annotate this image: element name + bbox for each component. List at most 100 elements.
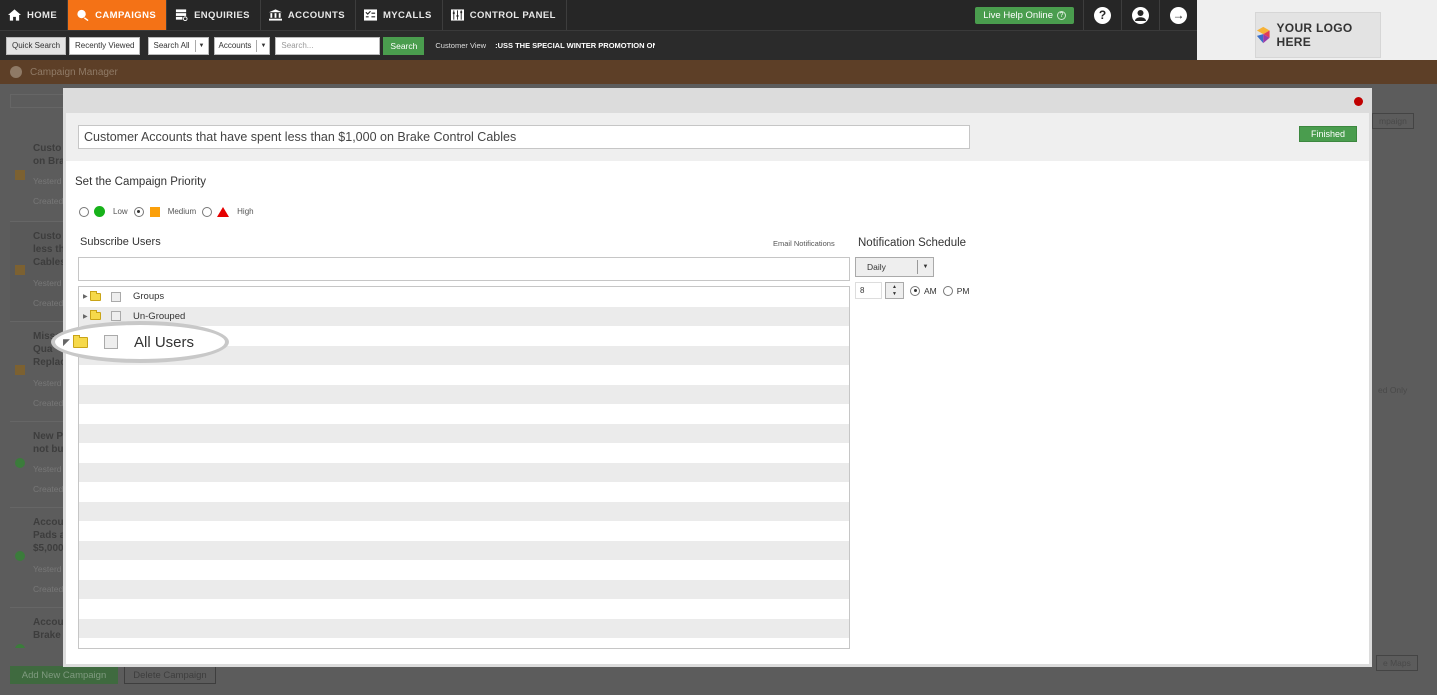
nav-control-panel[interactable]: CONTROL PANEL (443, 0, 567, 30)
campaign-created: Created (33, 484, 64, 494)
notification-schedule-title: Notification Schedule (858, 237, 967, 249)
all-users-callout[interactable]: ◤ All Users (51, 321, 229, 363)
nav-right: Live Help Online ? ? → (975, 0, 1197, 30)
customer-view-link[interactable]: Customer View (435, 41, 486, 50)
chevron-down-icon: ▼ (917, 260, 933, 274)
tree-row-empty (79, 384, 849, 404)
help-button[interactable]: ? (1083, 0, 1121, 30)
expand-icon[interactable]: ◤ (63, 337, 70, 348)
tree-row-empty (79, 579, 849, 599)
top-nav: HOME CAMPAIGNS ENQUIRIES ACCOUNTS MYCALL… (0, 0, 1197, 30)
nav-campaigns[interactable]: CAMPAIGNS (68, 0, 168, 30)
priority-marker (15, 644, 25, 648)
user-button[interactable] (1121, 0, 1159, 30)
search-input[interactable]: Search... (275, 36, 381, 55)
priority-marker (15, 170, 25, 180)
nav-accounts-label: ACCOUNTS (287, 9, 345, 21)
home-icon (8, 9, 21, 21)
search-type-value: Accounts (218, 41, 252, 50)
all-users-checkbox[interactable] (104, 335, 118, 349)
live-help-label: Live Help Online (983, 9, 1053, 21)
frequency-select[interactable]: Daily ▼ (855, 257, 934, 277)
pm-radio[interactable] (942, 285, 953, 296)
search-button[interactable]: Search (383, 36, 425, 55)
logout-button[interactable]: → (1159, 0, 1197, 30)
am-option[interactable]: AM (910, 285, 937, 296)
priority-options: Low Medium High (79, 206, 260, 217)
nav-home-label: HOME (27, 9, 58, 21)
spin-down-icon[interactable]: ▼ (892, 291, 897, 298)
tree-row-empty (79, 560, 849, 580)
filter-label: ed Only (1378, 385, 1408, 395)
nav-accounts[interactable]: ACCOUNTS (261, 0, 356, 30)
search-bar: Quick Search Recently Viewed Search All … (0, 30, 1197, 60)
close-icon[interactable] (1354, 97, 1363, 106)
priority-marker (15, 265, 25, 275)
grid-icon (450, 9, 464, 21)
low-priority-icon (94, 206, 105, 217)
ungrouped-checkbox[interactable] (111, 311, 121, 322)
priority-marker (15, 365, 25, 375)
tree-row-groups[interactable]: ▶ Groups (79, 287, 849, 307)
logo-icon (1256, 26, 1270, 44)
search-scope-select[interactable]: Search All ▼ (148, 36, 209, 55)
campaign-manager-header: Campaign Manager (0, 60, 1437, 84)
tree-row-empty (79, 423, 849, 443)
campaign-icon (10, 66, 22, 78)
search-scope-value: Search All (153, 41, 190, 50)
add-campaign-button[interactable]: Add New Campaign (10, 666, 118, 684)
spin-up-icon[interactable]: ▲ (892, 284, 897, 291)
hour-row: 8 ▲ ▼ AM PM (855, 282, 970, 299)
pm-label: PM (956, 285, 970, 296)
pm-option[interactable]: PM (942, 285, 970, 296)
nav-mycalls[interactable]: MYCALLS (356, 0, 443, 30)
maps-button[interactable]: e Maps (1376, 655, 1418, 671)
hour-spinner[interactable]: ▲ ▼ (885, 282, 904, 299)
medium-priority-icon (149, 206, 160, 217)
tree-row-empty (79, 482, 849, 502)
live-help-button[interactable]: Live Help Online ? (975, 6, 1074, 24)
campaign-icon (77, 9, 89, 21)
logo: YOUR LOGO HERE (1255, 12, 1381, 58)
groups-checkbox[interactable] (111, 291, 121, 302)
recently-viewed-button[interactable]: Recently Viewed (69, 36, 141, 55)
search-type-select[interactable]: Accounts ▼ (213, 36, 271, 55)
am-radio[interactable] (910, 285, 920, 296)
tree-row-empty (79, 521, 849, 541)
priority-medium-radio[interactable] (133, 206, 144, 217)
campaign-date: Yesterd (33, 564, 62, 574)
help-small-icon: ? (1057, 10, 1066, 20)
finished-button[interactable]: Finished (1299, 126, 1357, 142)
nav-enquiries[interactable]: ENQUIRIES (167, 0, 261, 30)
quick-search-button[interactable]: Quick Search (6, 36, 67, 55)
campaign-created: Created (33, 196, 64, 206)
tree-row-ungrouped[interactable]: ▶ Un-Grouped (79, 306, 849, 326)
delete-campaign-button[interactable]: Delete Campaign (124, 666, 216, 684)
modal-header: Customer Accounts that have spent less t… (66, 113, 1369, 161)
priority-marker (15, 458, 25, 468)
nav-home[interactable]: HOME (0, 0, 69, 30)
campaign-name-input[interactable]: Customer Accounts that have spent less t… (78, 125, 970, 149)
folder-icon (90, 310, 101, 321)
priority-marker (15, 551, 25, 561)
subscribe-users-input[interactable] (78, 257, 850, 281)
logout-icon: → (1170, 6, 1187, 24)
hour-input[interactable]: 8 (855, 282, 882, 299)
campaign-created: Created (33, 398, 64, 408)
expand-icon[interactable]: ▶ (83, 313, 89, 320)
campaign-date: Yesterd (33, 176, 62, 186)
folder-icon (90, 290, 101, 301)
new-campaign-button[interactable]: mpaign (1372, 113, 1414, 129)
tree-row-empty (79, 638, 849, 648)
nav-mycalls-label: MYCALLS (382, 9, 432, 21)
priority-high-label: High (237, 207, 254, 216)
campaign-created: Created (33, 298, 64, 308)
nav-enquiries-label: ENQUIRIES (194, 9, 250, 21)
priority-low-radio[interactable] (79, 206, 89, 217)
chevron-down-icon: ▼ (194, 39, 208, 52)
campaign-created: Created (33, 584, 64, 594)
priority-high-radio[interactable] (202, 206, 213, 217)
tree-label: Groups (133, 291, 165, 303)
expand-icon[interactable]: ▶ (83, 293, 89, 300)
campaign-modal: Customer Accounts that have spent less t… (63, 88, 1372, 667)
